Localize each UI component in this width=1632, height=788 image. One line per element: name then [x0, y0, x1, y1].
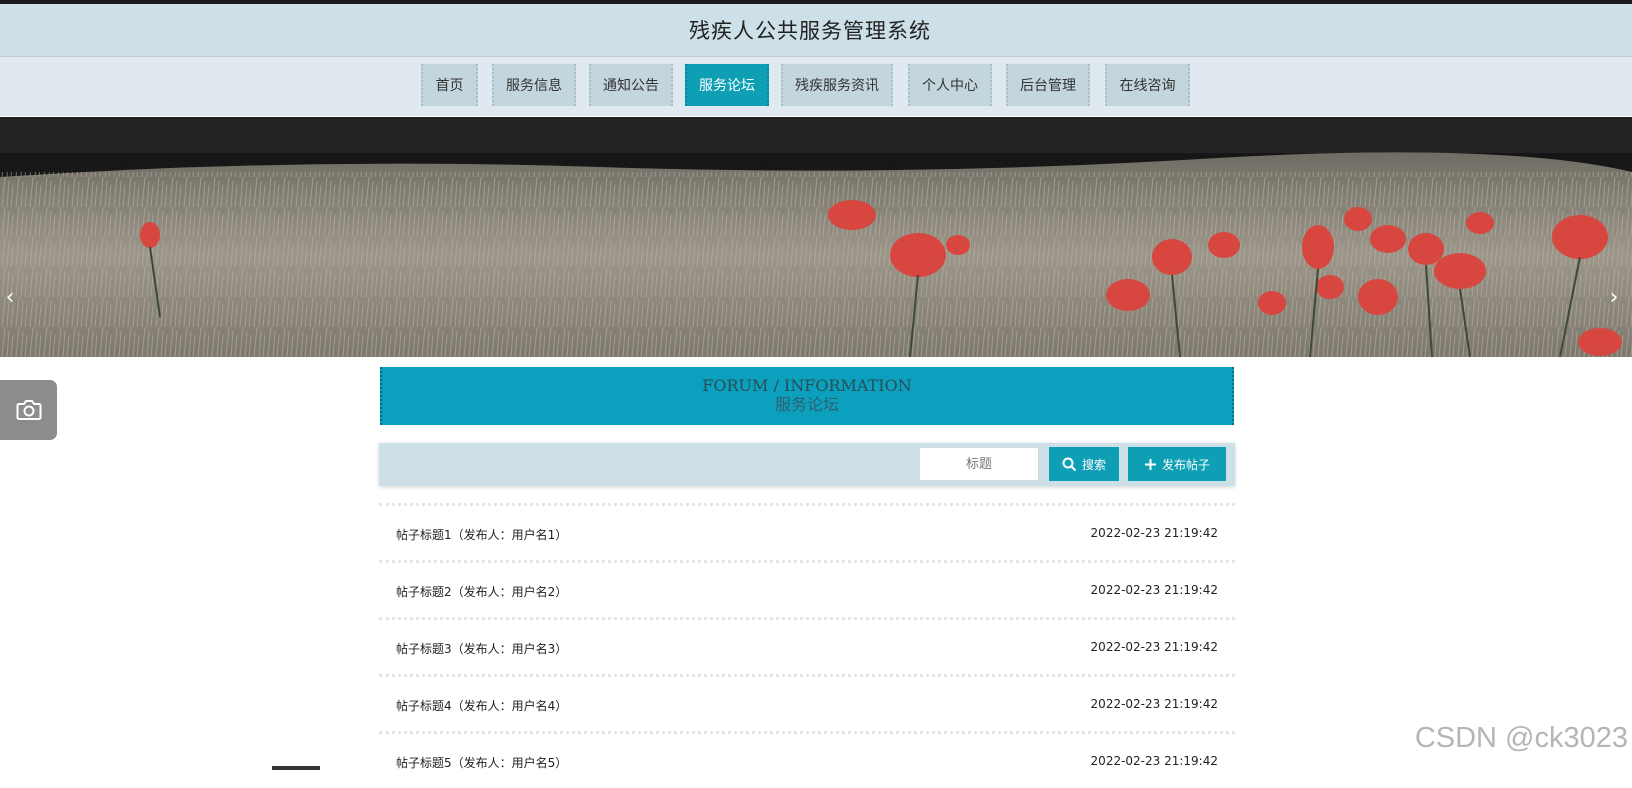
post-title[interactable]: 帖子标题2（发布人：用户名2） [396, 583, 567, 600]
publish-button-label: 发布帖子 [1161, 457, 1210, 472]
post-time: 2022-02-23 21:19:42 [1090, 583, 1218, 597]
nav-item-online-consult[interactable]: 在线咨询 [1105, 64, 1190, 106]
watermark: CSDN @ck3023 [1414, 722, 1628, 754]
screenshot-camera-button[interactable] [0, 380, 57, 440]
post-time: 2022-02-23 21:19:42 [1090, 754, 1218, 768]
search-button[interactable]: 搜索 [1049, 447, 1119, 481]
nav-item-home[interactable]: 首页 [421, 64, 478, 106]
nav-item-service-info[interactable]: 服务信息 [492, 64, 576, 106]
post-title[interactable]: 帖子标题5（发布人：用户名5） [396, 754, 567, 771]
post-row[interactable]: 帖子标题5（发布人：用户名5） 2022-02-23 21:19:42 [379, 731, 1235, 788]
search-button-label: 搜索 [1081, 457, 1106, 472]
partial-element [272, 766, 320, 770]
post-time: 2022-02-23 21:19:42 [1090, 640, 1218, 654]
post-title[interactable]: 帖子标题3（发布人：用户名3） [396, 640, 567, 657]
post-row[interactable]: 帖子标题2（发布人：用户名2） 2022-02-23 21:19:42 [379, 560, 1235, 617]
nav-item-disability-news[interactable]: 残疾服务资讯 [781, 64, 893, 106]
post-title[interactable]: 帖子标题1（发布人：用户名1） [396, 526, 567, 543]
post-row[interactable]: 帖子标题1（发布人：用户名1） 2022-02-23 21:19:42 [379, 503, 1235, 560]
site-header: 残疾人公共服务管理系统 [0, 4, 1632, 57]
search-icon [1062, 457, 1077, 471]
nav-item-personal-center[interactable]: 个人中心 [908, 64, 992, 106]
banner-image [0, 117, 1632, 357]
main-nav: 首页 服务信息 通知公告 服务论坛 残疾服务资讯 个人中心 后台管理 在线咨询 [0, 58, 1632, 116]
title-search-input[interactable] [919, 447, 1039, 481]
section-title-en: FORUM / INFORMATION [702, 376, 912, 395]
publish-post-button[interactable]: 发布帖子 [1128, 447, 1226, 481]
post-time: 2022-02-23 21:19:42 [1090, 697, 1218, 711]
nav-item-notices[interactable]: 通知公告 [589, 64, 673, 106]
plus-icon [1144, 458, 1156, 470]
banner-next-button[interactable]: › [1604, 277, 1624, 317]
post-list: 帖子标题1（发布人：用户名1） 2022-02-23 21:19:42 帖子标题… [379, 503, 1235, 788]
site-title: 残疾人公共服务管理系统 [689, 19, 931, 43]
banner-carousel[interactable]: ‹ › [0, 117, 1632, 357]
banner-prev-button[interactable]: ‹ [0, 277, 20, 317]
nav-item-admin[interactable]: 后台管理 [1006, 64, 1090, 106]
camera-icon [16, 400, 41, 420]
post-row[interactable]: 帖子标题4（发布人：用户名4） 2022-02-23 21:19:42 [379, 674, 1235, 731]
post-title[interactable]: 帖子标题4（发布人：用户名4） [396, 697, 567, 714]
post-time: 2022-02-23 21:19:42 [1090, 526, 1218, 540]
section-title-cn: 服务论坛 [774, 395, 839, 414]
post-row[interactable]: 帖子标题3（发布人：用户名3） 2022-02-23 21:19:42 [379, 617, 1235, 674]
section-header: FORUM / INFORMATION 服务论坛 [380, 367, 1234, 425]
nav-item-forum[interactable]: 服务论坛 [685, 64, 769, 106]
search-bar: 搜索 发布帖子 [379, 443, 1235, 486]
